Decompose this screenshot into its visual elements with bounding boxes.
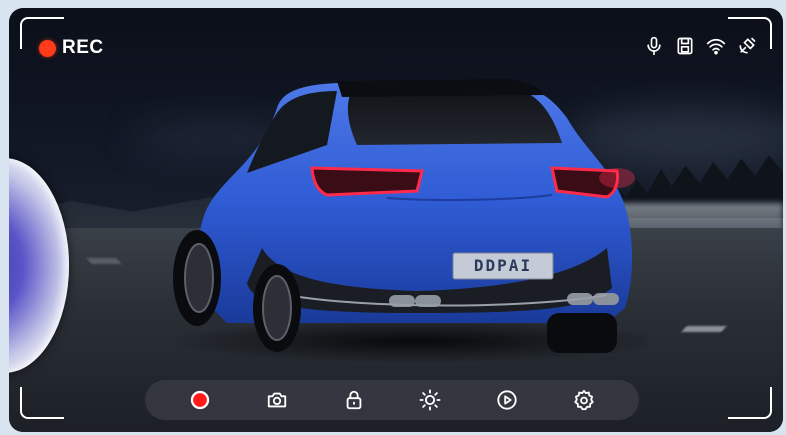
viewfinder-corner-bottom-right: [728, 387, 772, 419]
microphone-icon: [647, 36, 661, 56]
taillight-glow: [599, 168, 635, 188]
viewfinder-corner-bottom-left: [20, 387, 64, 419]
brightness-button[interactable]: [418, 388, 442, 412]
playback-button[interactable]: [495, 388, 519, 412]
rec-label: REC: [62, 37, 104, 58]
rec-dot-icon: [39, 39, 56, 57]
wifi-icon: [706, 38, 726, 55]
record-dot-icon: [190, 390, 210, 410]
control-bar: [145, 380, 639, 420]
lock-icon: [346, 390, 361, 410]
left-taillight: [310, 166, 424, 197]
roof-spoiler: [337, 79, 545, 97]
gps-satellite-icon: [739, 37, 756, 54]
play-circle-icon: [497, 390, 517, 410]
rear-window: [347, 89, 562, 145]
lane-marking: [681, 326, 727, 332]
lock-button[interactable]: [342, 388, 366, 412]
right-rear-wheel: [547, 313, 617, 353]
gear-icon: [574, 389, 594, 411]
left-rear-rim: [184, 243, 214, 313]
status-icons: [644, 36, 757, 56]
camera-icon: [267, 392, 286, 408]
sd-card-icon: [677, 37, 693, 55]
sun-icon: [419, 389, 441, 411]
recording-indicator: REC: [39, 37, 104, 59]
settings-button[interactable]: [572, 388, 596, 412]
record-button[interactable]: [188, 388, 212, 412]
snapshot-button[interactable]: [265, 388, 289, 412]
left-front-rim: [262, 275, 292, 341]
license-plate-text: DDPAI: [474, 256, 532, 275]
camera-viewfinder: DDPAI REC: [9, 8, 783, 432]
lane-marking: [86, 258, 122, 264]
car-rear-view: DDPAI: [167, 79, 647, 363]
